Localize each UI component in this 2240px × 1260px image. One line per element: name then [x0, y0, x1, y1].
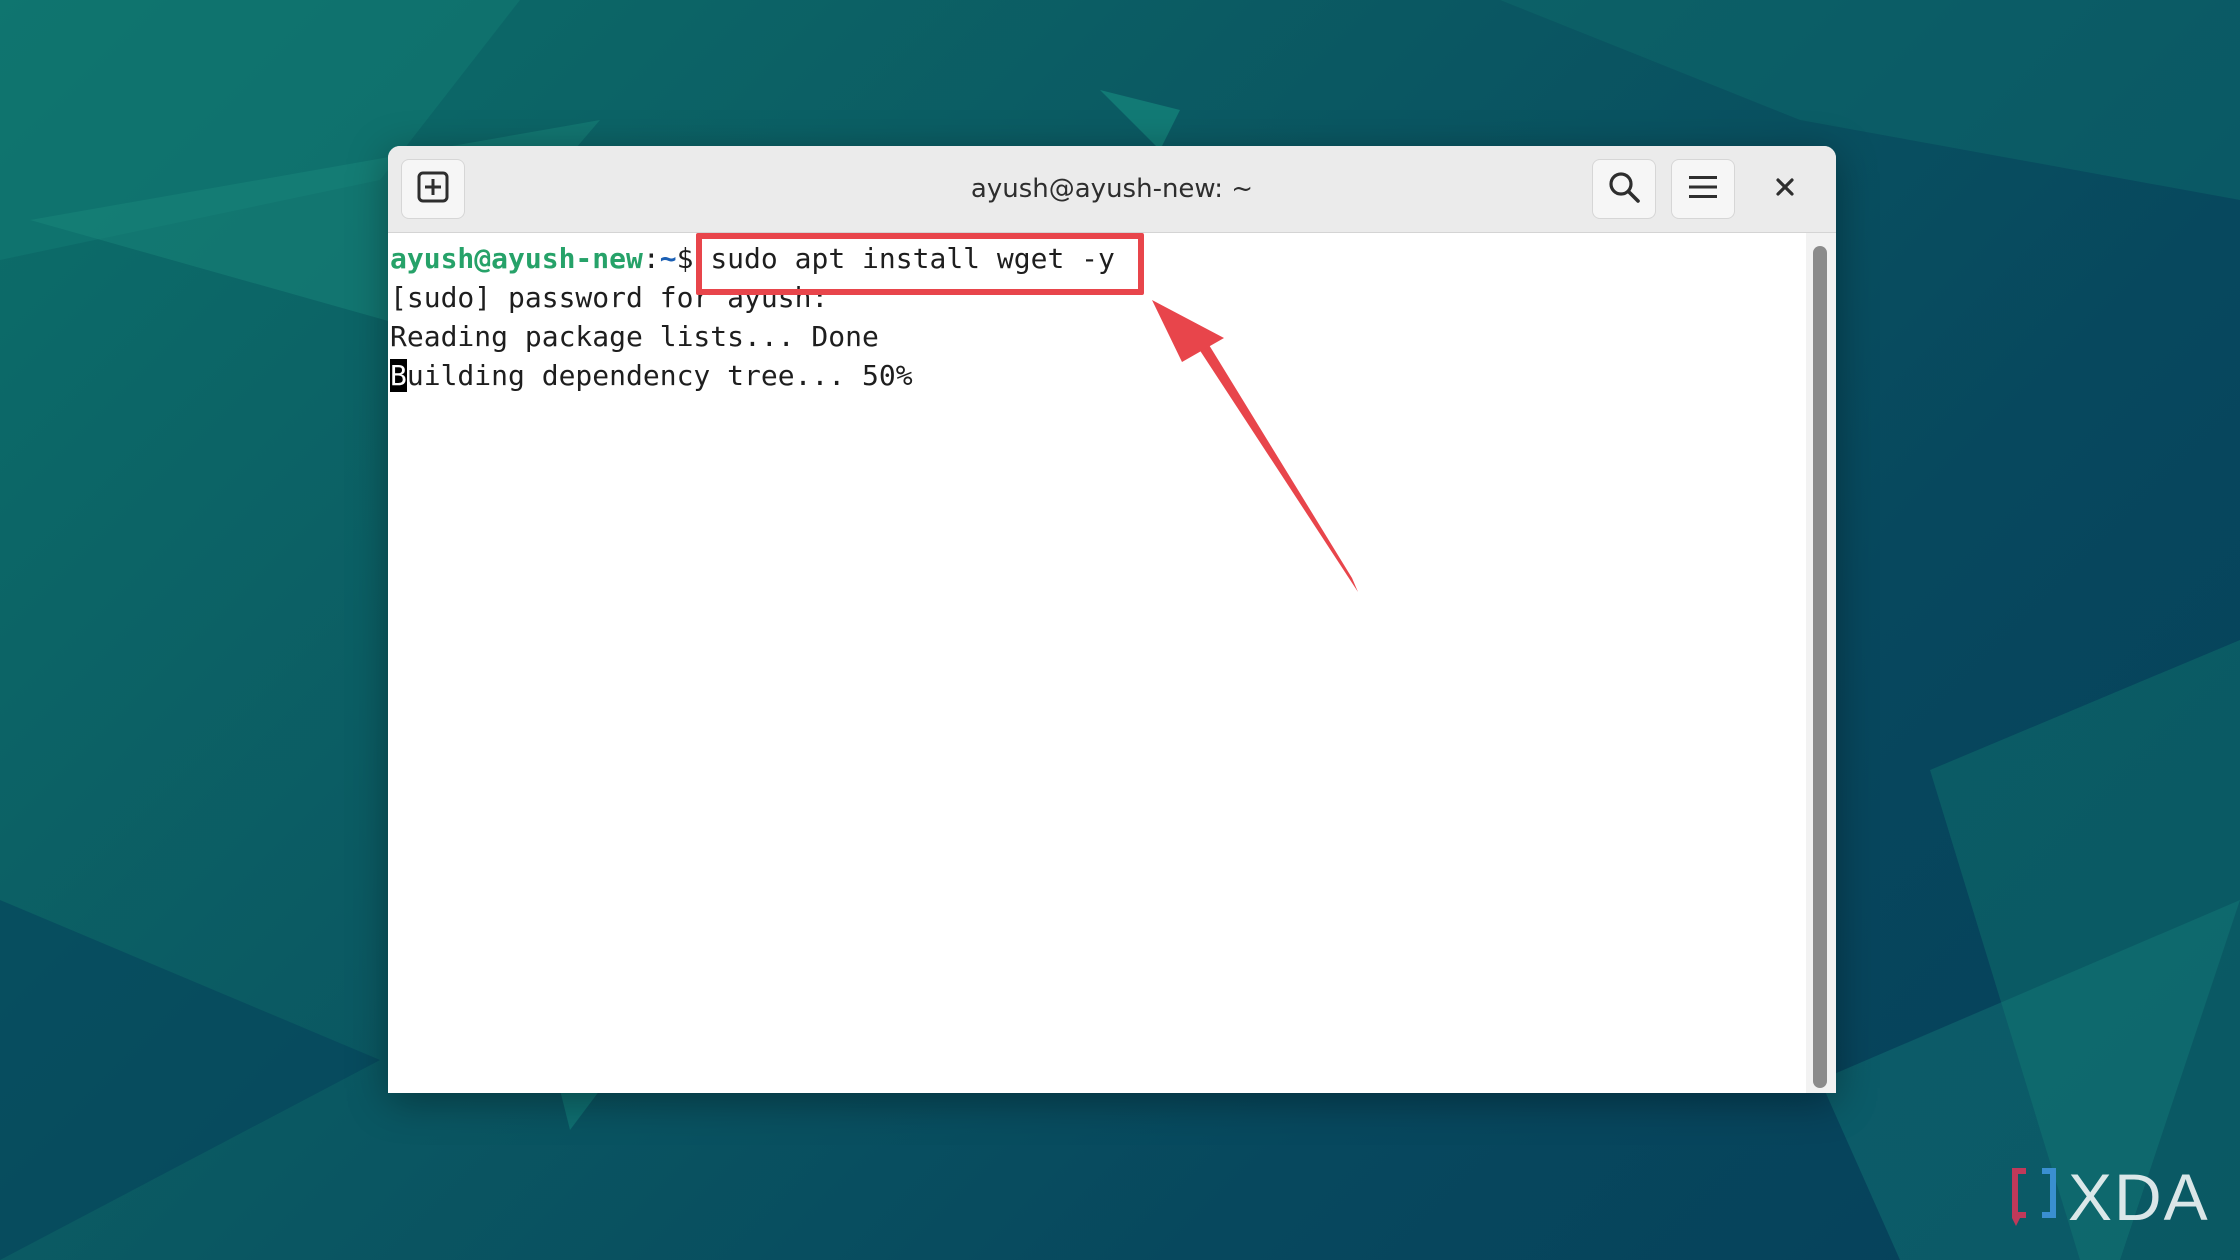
- title-bar[interactable]: ayush@ayush-new: ~: [388, 146, 1836, 233]
- prompt-colon: :: [642, 242, 660, 275]
- new-tab-button[interactable]: [401, 159, 465, 219]
- command-highlight-box: [696, 233, 1144, 295]
- search-button[interactable]: [1592, 159, 1656, 219]
- close-button[interactable]: [1760, 164, 1810, 214]
- search-icon: [1607, 170, 1641, 208]
- building-dependency-line: Building dependency tree... 50%: [390, 356, 913, 395]
- close-icon: [1775, 177, 1795, 201]
- terminal-output[interactable]: ayush@ayush-new:~$ sudo apt install wget…: [388, 233, 1806, 1093]
- xda-logo-text: XDA: [2068, 1160, 2210, 1234]
- terminal-window: ayush@ayush-new: ~ ayush@ayush-new:~$ su…: [388, 146, 1836, 1093]
- reading-package-lists-line: Reading package lists... Done: [390, 320, 879, 353]
- xda-logo-icon: [2008, 1162, 2060, 1232]
- prompt-user-host: ayush@ayush-new: [390, 242, 643, 275]
- building-dependency-text: uilding dependency tree... 50%: [406, 359, 913, 392]
- prompt-path: ~: [659, 242, 677, 275]
- hamburger-menu-icon: [1688, 174, 1718, 204]
- xda-watermark: XDA: [2008, 1162, 2223, 1232]
- main-menu-button[interactable]: [1671, 159, 1735, 219]
- new-tab-icon: [416, 170, 450, 208]
- text-cursor: B: [390, 359, 407, 392]
- scrollbar-thumb[interactable]: [1813, 246, 1827, 1088]
